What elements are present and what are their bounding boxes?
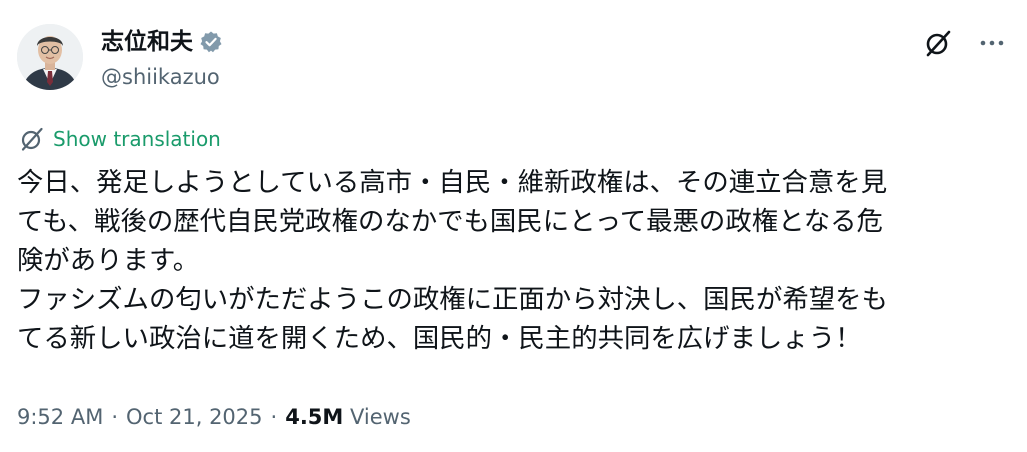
- tweet-meta: 9:52 AM · Oct 21, 2025 · 4.5M Views: [17, 403, 411, 431]
- views-count[interactable]: 4.5M: [285, 403, 343, 431]
- grok-icon[interactable]: [923, 28, 953, 58]
- tweet-top-actions: [923, 28, 1007, 58]
- avatar-image: [17, 24, 83, 90]
- translate-icon[interactable]: [19, 126, 45, 152]
- tweet-text-line: 険があります。: [17, 245, 200, 276]
- tweet-text-line: 今日、発足しようとしている高市・自民・維新政権は、その連立合意を見: [17, 167, 888, 198]
- translate-row: Show translation: [19, 126, 221, 152]
- tweet-date[interactable]: Oct 21, 2025: [126, 403, 263, 431]
- avatar[interactable]: [17, 24, 83, 90]
- tweet-time[interactable]: 9:52 AM: [17, 403, 103, 431]
- verified-badge-icon[interactable]: [199, 30, 223, 54]
- tweet-text: 今日、発足しようとしている高市・自民・維新政権は、その連立合意を見 ても、戦後の…: [17, 163, 1012, 358]
- tweet-text-line: てる新しい政治に道を開くため、国民的・民主的共同を広げましょう！: [17, 323, 862, 354]
- meta-separator: ·: [111, 405, 119, 429]
- more-options-icon[interactable]: [977, 28, 1007, 58]
- author-handle[interactable]: @shiikazuo: [101, 63, 220, 91]
- show-translation-link[interactable]: Show translation: [53, 126, 221, 152]
- meta-separator: ·: [270, 405, 278, 429]
- tweet-text-line: ファシズムの匂いがただようこの政権に正面から対決し、国民が希望をも: [17, 284, 888, 315]
- views-label: Views: [350, 405, 411, 429]
- author-display-name[interactable]: 志位和夫: [101, 27, 193, 57]
- tweet-text-line: ても、戦後の歴代自民党政権のなかでも国民にとって最悪の政権となる危: [17, 206, 883, 237]
- tweet: 志位和夫 @shiikazuo Show translation 今日、発足しよ…: [0, 0, 1027, 452]
- author-name-row: 志位和夫: [101, 27, 223, 57]
